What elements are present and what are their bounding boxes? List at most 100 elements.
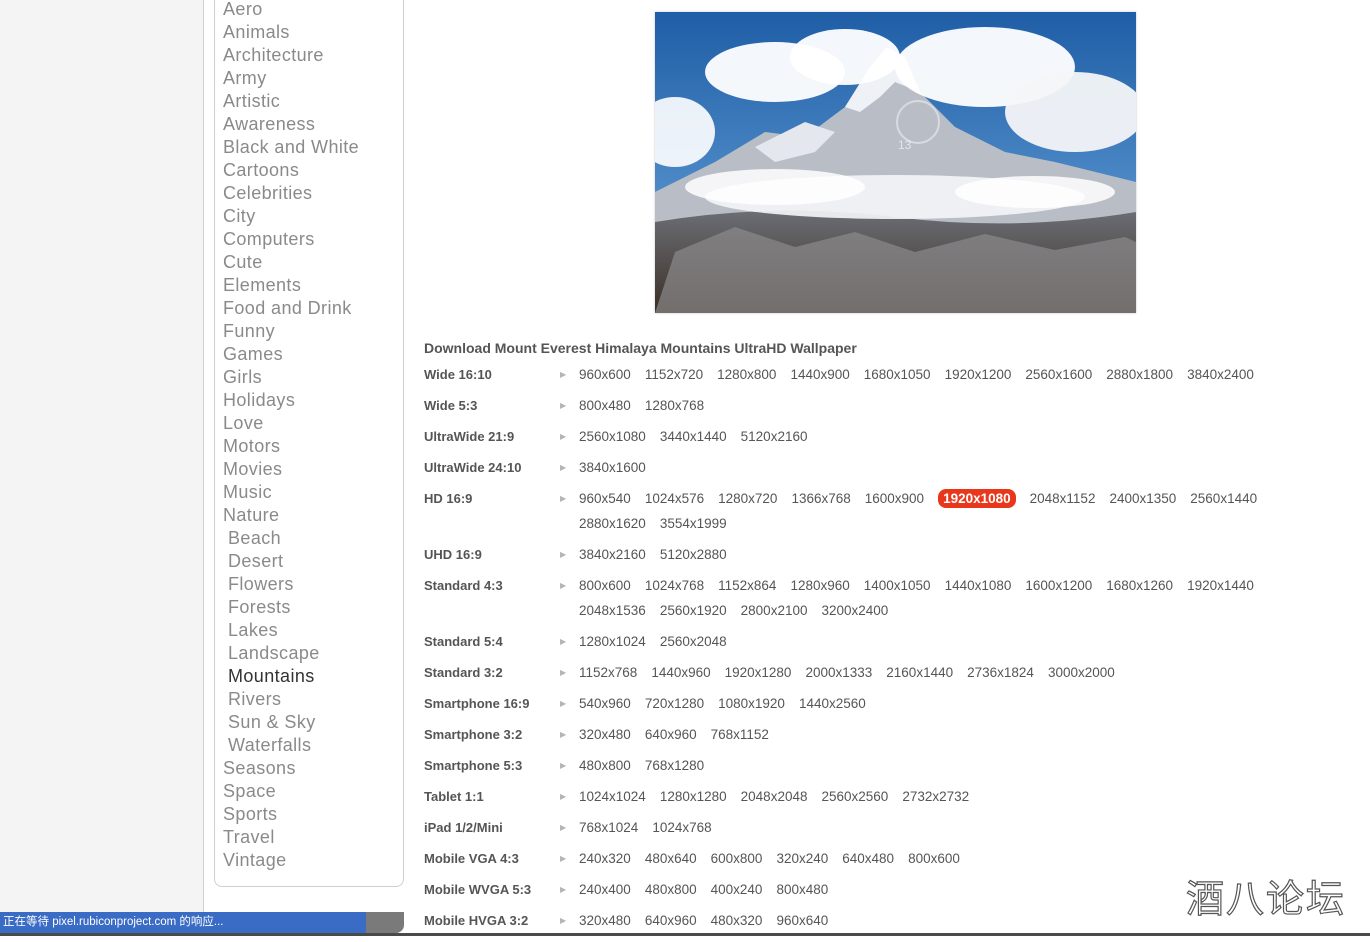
resolution-link[interactable]: 600x800 <box>711 849 763 868</box>
resolution-link[interactable]: 2048x1536 <box>579 601 646 620</box>
resolution-link[interactable]: 1024x1024 <box>579 787 646 806</box>
resolution-link[interactable]: 480x320 <box>711 911 763 930</box>
category-item-beach[interactable]: Beach <box>223 527 359 550</box>
category-item-seasons[interactable]: Seasons <box>223 757 359 780</box>
resolution-link[interactable]: 3840x2400 <box>1187 365 1254 384</box>
resolution-link[interactable]: 3440x1440 <box>660 427 727 446</box>
resolution-link[interactable]: 2732x2732 <box>902 787 969 806</box>
resolution-link[interactable]: 1440x900 <box>790 365 849 384</box>
resolution-link[interactable]: 1280x800 <box>717 365 776 384</box>
resolution-link[interactable]: 320x480 <box>579 911 631 930</box>
resolution-link[interactable]: 480x800 <box>579 756 631 775</box>
resolution-link[interactable]: 1280x1024 <box>579 632 646 651</box>
resolution-link[interactable]: 3840x1600 <box>579 458 646 477</box>
category-item-elements[interactable]: Elements <box>223 274 359 297</box>
wallpaper-preview[interactable]: 13 <box>655 12 1136 313</box>
resolution-link[interactable]: 800x480 <box>579 396 631 415</box>
resolution-link[interactable]: 320x480 <box>579 725 631 744</box>
resolution-link[interactable]: 1680x1050 <box>864 365 931 384</box>
resolution-link[interactable]: 2160x1440 <box>886 663 953 682</box>
category-item-rivers[interactable]: Rivers <box>223 688 359 711</box>
resolution-link[interactable]: 3000x2000 <box>1048 663 1115 682</box>
resolution-link[interactable]: 3840x2160 <box>579 545 646 564</box>
resolution-link[interactable]: 1440x2560 <box>799 694 866 713</box>
category-item-food-and-drink[interactable]: Food and Drink <box>223 297 359 320</box>
category-item-vintage[interactable]: Vintage <box>223 849 359 872</box>
resolution-link[interactable]: 640x960 <box>645 725 697 744</box>
category-item-desert[interactable]: Desert <box>223 550 359 573</box>
resolution-link[interactable]: 1400x1050 <box>864 576 931 595</box>
category-item-games[interactable]: Games <box>223 343 359 366</box>
resolution-link[interactable]: 1152x768 <box>579 663 637 682</box>
category-item-girls[interactable]: Girls <box>223 366 359 389</box>
category-item-motors[interactable]: Motors <box>223 435 359 458</box>
resolution-link[interactable]: 1280x960 <box>790 576 849 595</box>
resolution-link[interactable]: 1920x1440 <box>1187 576 1254 595</box>
resolution-link[interactable]: 2048x1152 <box>1030 489 1096 508</box>
category-item-sports[interactable]: Sports <box>223 803 359 826</box>
resolution-link[interactable]: 400x240 <box>711 880 763 899</box>
resolution-link[interactable]: 5120x2160 <box>741 427 808 446</box>
resolution-link[interactable]: 2560x2048 <box>660 632 727 651</box>
resolution-link[interactable]: 960x540 <box>579 489 631 508</box>
category-item-computers[interactable]: Computers <box>223 228 359 251</box>
resolution-link[interactable]: 2880x1620 <box>579 514 646 533</box>
category-item-waterfalls[interactable]: Waterfalls <box>223 734 359 757</box>
category-item-army[interactable]: Army <box>223 67 359 90</box>
resolution-link[interactable]: 2560x1600 <box>1025 365 1092 384</box>
resolution-link[interactable]: 240x320 <box>579 849 631 868</box>
resolution-link[interactable]: 2880x1800 <box>1106 365 1173 384</box>
resolution-link[interactable]: 1152x864 <box>718 576 776 595</box>
resolution-link[interactable]: 240x400 <box>579 880 631 899</box>
resolution-link[interactable]: 3200x2400 <box>821 601 888 620</box>
resolution-link[interactable]: 1280x1280 <box>660 787 727 806</box>
resolution-link[interactable]: 1920x1080 <box>938 489 1016 508</box>
category-item-sun-sky[interactable]: Sun & Sky <box>223 711 359 734</box>
resolution-link[interactable]: 1024x768 <box>645 576 704 595</box>
category-item-animals[interactable]: Animals <box>223 21 359 44</box>
resolution-link[interactable]: 2560x2560 <box>821 787 888 806</box>
resolution-link[interactable]: 2000x1333 <box>805 663 872 682</box>
category-item-celebrities[interactable]: Celebrities <box>223 182 359 205</box>
resolution-link[interactable]: 640x480 <box>842 849 894 868</box>
category-item-flowers[interactable]: Flowers <box>223 573 359 596</box>
category-item-awareness[interactable]: Awareness <box>223 113 359 136</box>
resolution-link[interactable]: 800x480 <box>776 880 828 899</box>
resolution-link[interactable]: 480x640 <box>645 849 697 868</box>
category-item-nature[interactable]: Nature <box>223 504 359 527</box>
category-item-aero[interactable]: Aero <box>223 0 359 21</box>
category-item-city[interactable]: City <box>223 205 359 228</box>
category-item-landscape[interactable]: Landscape <box>223 642 359 665</box>
resolution-link[interactable]: 540x960 <box>579 694 631 713</box>
resolution-link[interactable]: 1024x768 <box>652 818 711 837</box>
resolution-link[interactable]: 768x1152 <box>711 725 769 744</box>
resolution-link[interactable]: 5120x2880 <box>660 545 727 564</box>
category-item-music[interactable]: Music <box>223 481 359 504</box>
resolution-link[interactable]: 1080x1920 <box>718 694 785 713</box>
resolution-link[interactable]: 960x600 <box>579 365 631 384</box>
resolution-link[interactable]: 960x640 <box>776 911 828 930</box>
category-item-holidays[interactable]: Holidays <box>223 389 359 412</box>
category-item-lakes[interactable]: Lakes <box>223 619 359 642</box>
category-item-cute[interactable]: Cute <box>223 251 359 274</box>
resolution-link[interactable]: 1366x768 <box>791 489 850 508</box>
resolution-link[interactable]: 2560x1080 <box>579 427 646 446</box>
resolution-link[interactable]: 1280x720 <box>718 489 777 508</box>
category-item-funny[interactable]: Funny <box>223 320 359 343</box>
resolution-link[interactable]: 2560x1920 <box>660 601 727 620</box>
resolution-link[interactable]: 768x1280 <box>645 756 704 775</box>
category-item-movies[interactable]: Movies <box>223 458 359 481</box>
resolution-link[interactable]: 720x1280 <box>645 694 704 713</box>
resolution-link[interactable]: 2400x1350 <box>1109 489 1176 508</box>
category-item-mountains[interactable]: Mountains <box>223 665 359 688</box>
resolution-link[interactable]: 1280x768 <box>645 396 704 415</box>
resolution-link[interactable]: 1600x900 <box>865 489 924 508</box>
resolution-link[interactable]: 640x960 <box>645 911 697 930</box>
resolution-link[interactable]: 3554x1999 <box>660 514 727 533</box>
resolution-link[interactable]: 768x1024 <box>579 818 638 837</box>
category-item-space[interactable]: Space <box>223 780 359 803</box>
category-item-black-and-white[interactable]: Black and White <box>223 136 359 159</box>
resolution-link[interactable]: 1440x1080 <box>945 576 1012 595</box>
category-item-forests[interactable]: Forests <box>223 596 359 619</box>
resolution-link[interactable]: 1600x1200 <box>1025 576 1092 595</box>
